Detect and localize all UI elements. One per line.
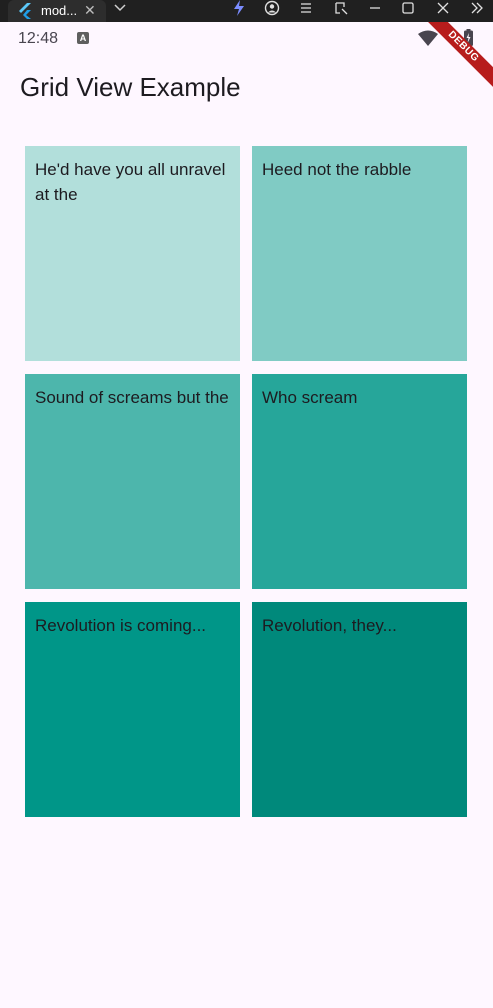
battery-icon xyxy=(464,29,473,46)
grid-tile: Revolution, they... xyxy=(252,602,467,817)
flash-icon[interactable] xyxy=(231,0,247,16)
grid-view: He'd have you all unravel at the Heed no… xyxy=(25,146,467,817)
grid-tile-text: Revolution, they... xyxy=(262,616,397,635)
grid-tile-text: Who scream xyxy=(262,388,358,407)
grid-tile: Sound of screams but the xyxy=(25,374,240,589)
status-time: 12:48 xyxy=(18,30,59,47)
close-icon[interactable] xyxy=(435,0,451,16)
grid-tile-text: He'd have you all unravel at the xyxy=(35,160,226,204)
screenshot-icon[interactable] xyxy=(333,0,349,16)
chevron-down-icon[interactable] xyxy=(113,1,127,15)
account-icon[interactable] xyxy=(264,0,280,16)
flutter-icon xyxy=(19,3,31,19)
page-title: Grid View Example xyxy=(20,72,241,102)
app-tab[interactable]: mod... ✕ xyxy=(8,0,106,22)
window-title-bar: mod... ✕ xyxy=(0,0,493,22)
expand-icon[interactable] xyxy=(469,0,485,16)
tab-close-icon[interactable]: ✕ xyxy=(84,2,96,19)
grid-tile-text: Heed not the rabble xyxy=(262,160,412,179)
grid-tile: Who scream xyxy=(252,374,467,589)
grid-tile-text: Revolution is coming... xyxy=(35,616,207,635)
maximize-icon[interactable] xyxy=(400,0,416,16)
menu-icon[interactable] xyxy=(298,0,314,16)
grid-tile: Revolution is coming... xyxy=(25,602,240,817)
notification-icon: A xyxy=(77,32,89,44)
tab-title: mod... xyxy=(41,3,78,18)
grid-tile: Heed not the rabble xyxy=(252,146,467,361)
grid-tile-text: Sound of screams but the xyxy=(35,388,229,407)
minimize-icon[interactable] xyxy=(367,0,383,16)
grid-tile: He'd have you all unravel at the xyxy=(25,146,240,361)
wifi-icon xyxy=(418,30,438,46)
